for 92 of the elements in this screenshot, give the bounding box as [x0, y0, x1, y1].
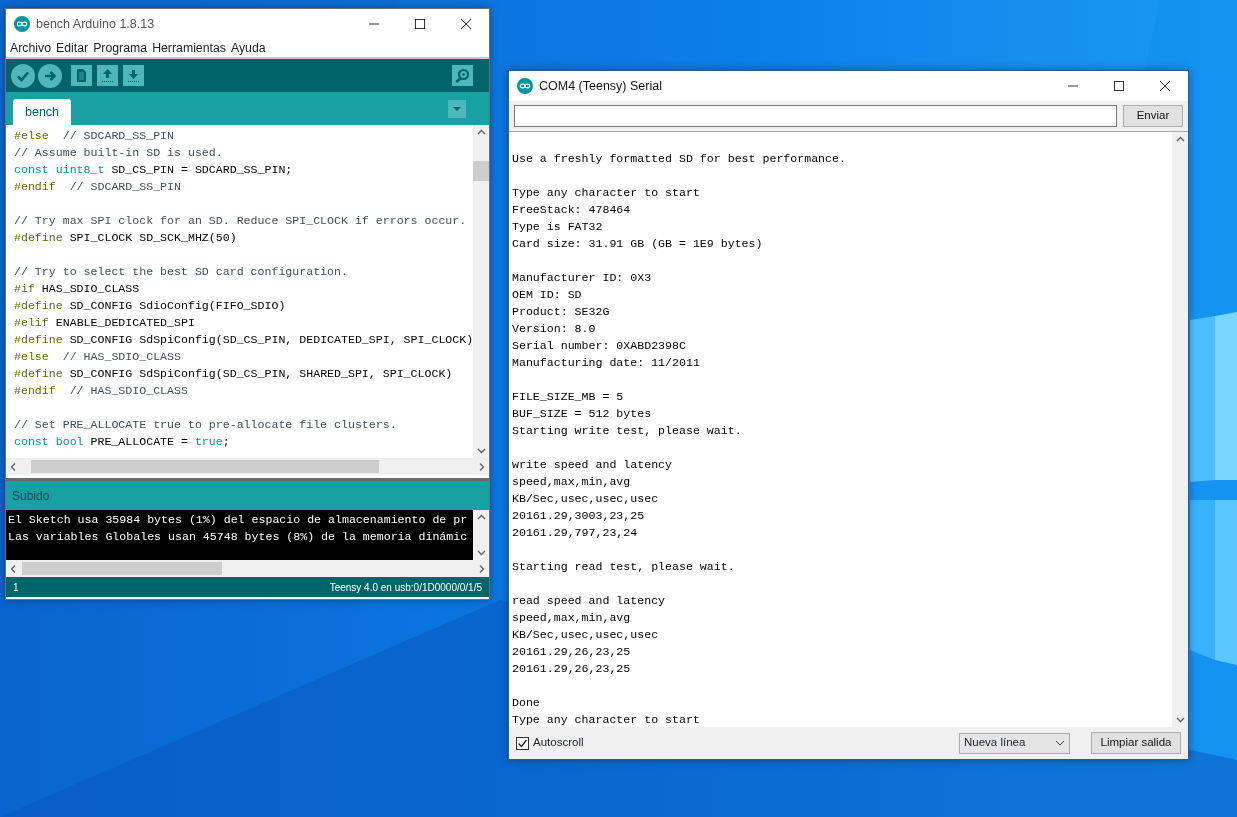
line-number: 1	[13, 580, 19, 595]
output-line: KB/Sec,usec,usec,usec	[512, 491, 660, 507]
output-line: Version: 8.0	[512, 321, 597, 337]
menu-item[interactable]: Ayuda	[230, 38, 266, 58]
code-line: // Assume built-in SD is used.	[14, 145, 224, 161]
chevron-icon	[1055, 740, 1065, 746]
window-title: COM4 (Teensy) Serial	[539, 77, 662, 95]
menu-item[interactable]: Programa	[93, 38, 148, 58]
scrollbar-thumb[interactable]	[22, 562, 222, 575]
output-line: Manufacturer ID: 0X3	[512, 270, 653, 286]
code-line: const uint8_t SD_CS_PIN = SDCARD_SS_PIN;	[14, 162, 294, 178]
code-line: #else // HAS_SDIO_CLASS	[14, 349, 182, 365]
code-line: #if HAS_SDIO_CLASS	[14, 281, 141, 297]
output-line: Type any character to start	[512, 185, 701, 201]
output-line: read speed and latency	[512, 593, 667, 609]
console-line: Las variables Globales usan 45748 bytes (8%) de la memoria dinámic	[8, 529, 469, 545]
output-line: Starting read test, please wait.	[512, 559, 736, 575]
serial-monitor-button[interactable]	[452, 65, 473, 86]
logo-icon	[517, 78, 533, 94]
maximize-icon	[415, 19, 425, 29]
send-button[interactable]: Enviar	[1123, 105, 1183, 127]
code-line: #else // SDCARD_SS_PIN	[14, 128, 176, 144]
window-title: bench Arduino 1.8.13	[36, 15, 155, 33]
output-line: FreeStack: 478464	[512, 202, 632, 218]
output-line: Serial number: 0XABD2398C	[512, 338, 687, 354]
code-line: // Set PRE_ALLOCATE true to pre-allocate file clusters.	[14, 417, 398, 433]
tab[interactable]: bench	[13, 99, 72, 125]
horizontal-scrollbar[interactable]	[6, 458, 489, 475]
output-line: speed,max,min,avg	[512, 610, 632, 626]
new-icon	[71, 65, 92, 86]
output-line: 20161.29,3003,23,25	[512, 508, 646, 524]
output-line: FILE_SIZE_MB = 5	[512, 389, 625, 405]
scrollbar-thumb[interactable]	[473, 161, 489, 181]
output-line: 20161.29,797,23,24	[512, 525, 639, 541]
output-line: Use a freshly formatted SD for best performance.	[512, 151, 847, 167]
checkbox[interactable]	[516, 736, 529, 750]
checkmark-icon	[517, 737, 528, 749]
code-line: #endif // SDCARD_SS_PIN	[14, 179, 182, 195]
menu-item[interactable]: Herramientas	[152, 38, 226, 58]
output-line: Manufacturing date: 11/2011	[512, 355, 701, 371]
tab-menu-button[interactable]	[448, 99, 466, 118]
close-icon	[461, 19, 471, 29]
maximize-icon	[1114, 81, 1124, 91]
output-line: Starting write test, please wait.	[512, 423, 743, 439]
input-field[interactable]	[514, 105, 1117, 127]
board-info: Teensy 4.0 en usb:0/1D0000/0/1/5	[329, 580, 482, 595]
caret-icon	[448, 99, 466, 118]
close-icon	[1160, 81, 1170, 91]
verify-icon	[11, 63, 35, 88]
menu-item[interactable]: Editar	[56, 38, 89, 58]
horizontal-scrollbar[interactable]	[6, 560, 489, 577]
vertical-scrollbar[interactable]	[473, 125, 489, 458]
output-line: BUF_SIZE = 512 bytes	[512, 406, 653, 422]
output-line: Type any character to start	[512, 712, 701, 727]
vertical-scrollbar[interactable]	[1172, 132, 1188, 727]
clear-button[interactable]: Limpiar salida	[1091, 732, 1181, 754]
logo-icon	[14, 16, 30, 32]
new-button[interactable]	[71, 65, 92, 86]
vertical-scrollbar[interactable]	[473, 510, 489, 560]
code-line: #define SPI_CLOCK SD_SCK_MHZ(50)	[14, 230, 238, 246]
code-line: // Try to select the best SD card configuration.	[14, 264, 349, 280]
output-line: Card size: 31.91 GB (GB = 1E9 bytes)	[512, 236, 764, 252]
code-line: #define SD_CONFIG SdSpiConfig(SD_CS_PIN, SHARED_SPI, SPI_CLOCK)	[14, 366, 454, 382]
menu-item[interactable]: Archivo	[10, 38, 51, 58]
code-line: #define SD_CONFIG SdSpiConfig(SD_CS_PIN, DEDICATED_SPI, SPI_CLOCK)	[14, 332, 473, 348]
line-ending-dropdown[interactable]: Nueva línea	[959, 732, 1070, 754]
status-label: Subido	[6, 478, 489, 510]
open-icon	[97, 65, 118, 86]
code-line: const bool PRE_ALLOCATE = true;	[14, 434, 231, 450]
output-line: 20161.29,26,23,25	[512, 644, 632, 660]
output-line: write speed and latency	[512, 457, 674, 473]
code-line: #define SD_CONFIG SdioConfig(FIFO_SDIO)	[14, 298, 287, 314]
output-line: Product: SE32G	[512, 304, 611, 320]
upload-button[interactable]	[38, 63, 62, 88]
code-line: #endif // HAS_SDIO_CLASS	[14, 383, 189, 399]
output-line: KB/Sec,usec,usec,usec	[512, 627, 660, 643]
checkbox-label: Autoscroll	[533, 735, 584, 751]
output-line: Type is FAT32	[512, 219, 604, 235]
open-button[interactable]	[97, 65, 118, 86]
code-line: #elif ENABLE_DEDICATED_SPI	[14, 315, 196, 331]
output-line: speed,max,min,avg	[512, 474, 632, 490]
output-line: 20161.29,26,23,25	[512, 661, 632, 677]
upload-icon	[38, 63, 62, 88]
output-line: OEM ID: SD	[512, 287, 583, 303]
magnifier-icon	[452, 65, 473, 86]
verify-button[interactable]	[11, 63, 35, 88]
save-button[interactable]	[123, 65, 144, 86]
output-line: Done	[512, 695, 541, 711]
code-line: // Try max SPI clock for an SD. Reduce SPI_CLOCK if errors occur.	[14, 213, 468, 229]
console-line: El Sketch usa 35984 bytes (1%) del espacio de almacenamiento de pr	[8, 512, 469, 528]
scrollbar-thumb[interactable]	[31, 460, 379, 473]
save-icon	[123, 65, 144, 86]
